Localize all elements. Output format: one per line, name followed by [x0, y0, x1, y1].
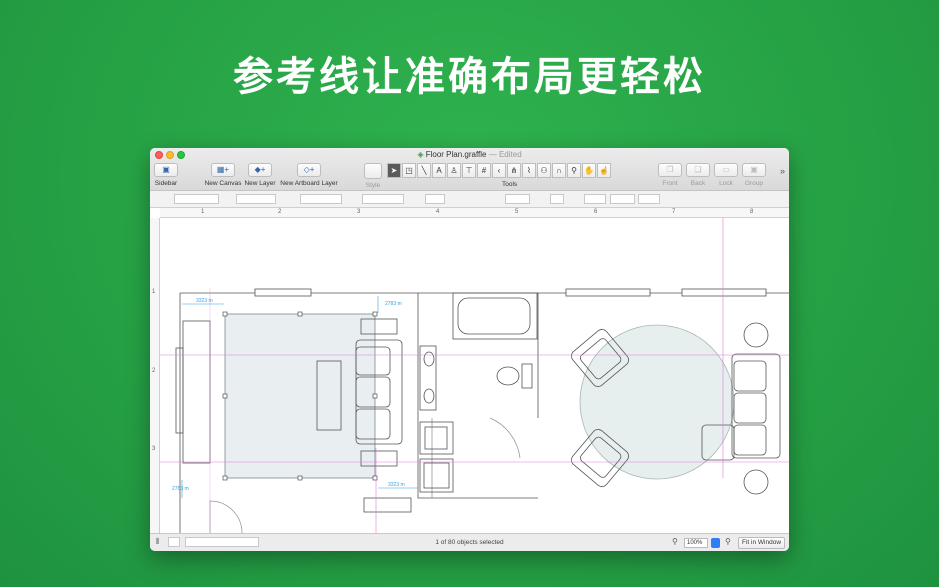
tv [175, 347, 184, 434]
rug [224, 313, 376, 479]
overflow-chevron-icon[interactable]: » [780, 166, 785, 176]
layers-icon: ◆+ [248, 163, 272, 177]
horizontal-ruler: 1 2 3 4 5 6 7 8 [160, 208, 789, 218]
sidebar-icon: ▣ [154, 163, 178, 177]
side-table-1 [743, 322, 769, 348]
floor-plan: 3323 m 2783 m 3323 m 2783 m [160, 218, 789, 534]
format-bar [150, 191, 789, 208]
pen-icon[interactable]: ♙ [447, 163, 461, 178]
tools-label: Tools [502, 181, 518, 188]
front-button[interactable]: ❐ Front [658, 163, 682, 187]
dimension-width-top: 3323 m [196, 298, 213, 304]
grid-icon[interactable]: # [477, 163, 491, 178]
side-table-2 [743, 469, 769, 495]
send-back-icon: ❏ [686, 163, 710, 177]
tv-console [182, 320, 211, 464]
sink-1 [423, 351, 435, 367]
tree-icon[interactable]: ⋔ [507, 163, 521, 178]
lock-button[interactable]: ▭ Lock [714, 163, 738, 187]
fit-in-window-button[interactable]: Fit in Window [738, 537, 786, 549]
sink-2 [423, 388, 435, 404]
shadow-select[interactable] [638, 194, 660, 204]
brush-icon[interactable]: ⌇ [522, 163, 536, 178]
app-window: ◈ Floor Plan.graffle — Edited ▣ Sidebar … [150, 148, 789, 551]
new-layer-button[interactable]: ◆+ New Layer [244, 163, 276, 187]
zoom-in-icon[interactable]: ⚲ [725, 537, 731, 546]
magnet-icon[interactable]: ∩ [552, 163, 566, 178]
sofa-2 [731, 353, 781, 459]
group-button[interactable]: ▣ Group [742, 163, 766, 187]
diagram-icon[interactable]: ⊤ [462, 163, 476, 178]
zoom-stepper[interactable] [711, 538, 720, 548]
artboard-icon: ◇+ [297, 163, 321, 177]
drawing-canvas[interactable]: 3323 m 2783 m 3323 m 2783 m [160, 218, 789, 534]
bench [363, 497, 412, 513]
hand-icon[interactable]: ✋ [582, 163, 596, 178]
toilet-bowl [496, 366, 520, 386]
stroke-field[interactable] [425, 194, 445, 204]
toilet-tank [521, 363, 533, 389]
back-button[interactable]: ❏ Back [686, 163, 710, 187]
dimension-width-bottom: 3323 m [388, 482, 405, 488]
shape-select[interactable] [505, 194, 530, 204]
window-2 [565, 288, 651, 297]
headline: 参考线让准确布局更轻松 [233, 54, 706, 100]
y-field[interactable] [236, 194, 276, 204]
window-3 [681, 288, 767, 297]
door-bathroom [489, 417, 521, 459]
document-title: ◈ Floor Plan.graffle — Edited [417, 150, 522, 159]
washer-door [424, 426, 448, 450]
new-canvas-icon: ▦+ [211, 163, 235, 177]
width-field[interactable] [300, 194, 342, 204]
document-icon: ◈ [417, 150, 424, 159]
shape-icon[interactable]: ◳ [402, 163, 416, 178]
dryer [419, 458, 454, 493]
style-icon [364, 163, 382, 179]
zoom-out-icon[interactable]: ⚲ [672, 537, 678, 546]
browse-icon[interactable]: ☝ [597, 163, 611, 178]
titlebar: ◈ Floor Plan.graffle — Edited ▣ Sidebar … [150, 148, 789, 191]
zoom-field[interactable]: 100% [684, 538, 708, 548]
round-rug [579, 324, 735, 480]
chevron-icon[interactable]: ‹ [492, 163, 506, 178]
dimension-height-left: 2783 m [172, 486, 189, 492]
sofa-2-cushion-3 [733, 424, 767, 456]
pointer-icon[interactable]: ➤ [387, 163, 401, 178]
sidebar-button[interactable]: ▣ Sidebar [152, 163, 180, 187]
vertical-ruler: 1 2 3 [150, 218, 160, 533]
arrow-select[interactable] [610, 194, 635, 204]
door-left [209, 500, 243, 534]
sofa-2-cushion-1 [733, 360, 767, 392]
fill-swatch[interactable] [550, 194, 564, 204]
group-icon: ▣ [742, 163, 766, 177]
text-icon[interactable]: A [432, 163, 446, 178]
dimension-height-right: 2783 m [385, 301, 402, 307]
x-field[interactable] [174, 194, 219, 204]
sofa-2-cushion-2 [733, 392, 767, 424]
new-artboard-layer-button[interactable]: ◇+ New Artboard Layer [279, 163, 339, 187]
line-select[interactable] [584, 194, 606, 204]
new-canvas-button[interactable]: ▦+ New Canvas [204, 163, 242, 187]
bathtub [452, 292, 538, 340]
status-bar: ⦀ 1 of 80 objects selected ⚲ 100% ⚲ Fit … [150, 533, 789, 551]
stamp-icon[interactable]: ⚇ [537, 163, 551, 178]
bring-front-icon: ❐ [658, 163, 682, 177]
zoom-icon[interactable]: ⚲ [567, 163, 581, 178]
height-field[interactable] [362, 194, 404, 204]
lock-icon: ▭ [714, 163, 738, 177]
dryer-door [423, 462, 450, 489]
window-1 [254, 288, 312, 297]
line-icon[interactable]: ╲ [417, 163, 431, 178]
bathtub-basin [457, 297, 531, 335]
style-button[interactable]: Style [361, 163, 385, 189]
